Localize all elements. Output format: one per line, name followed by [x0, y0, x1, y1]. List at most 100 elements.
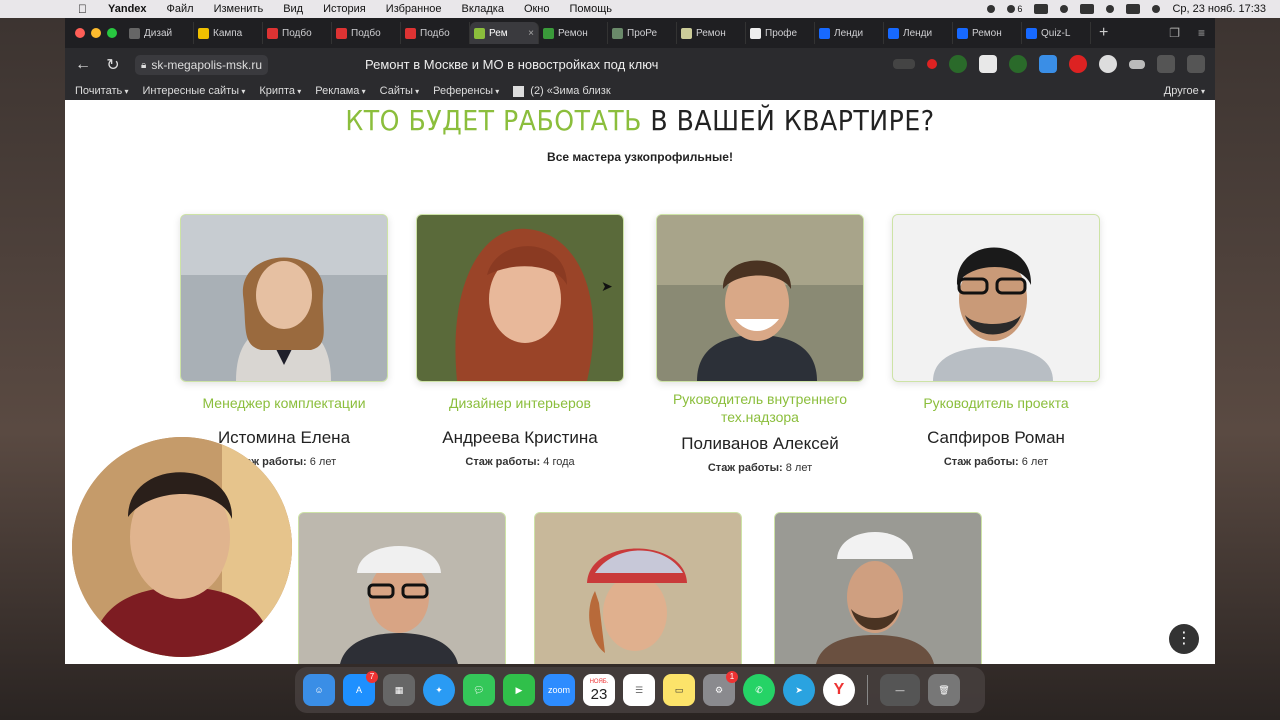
extension-green-icon[interactable]	[949, 55, 967, 73]
trash-icon[interactable]: 🗑︎	[928, 674, 960, 706]
control-center-icon[interactable]	[1126, 4, 1141, 14]
wifi-icon[interactable]	[1060, 5, 1069, 13]
tab-favicon-icon	[336, 27, 347, 39]
browser-tab[interactable]: Дизай	[125, 22, 194, 44]
back-arrow-icon[interactable]: ←	[71, 56, 95, 74]
team-photo-manager	[180, 214, 388, 382]
extension-s-icon[interactable]	[979, 55, 997, 73]
experience-value: 8 лет	[785, 462, 813, 474]
apple-menu-icon[interactable]: 	[78, 2, 94, 16]
bookmark-folder-crypto[interactable]: Крипта	[259, 85, 301, 97]
team-name: Сапфиров Роман	[927, 428, 1065, 447]
browser-tab[interactable]: Ленди	[815, 22, 884, 44]
system-settings-icon[interactable]: ⚙ 1	[703, 671, 738, 706]
browser-tab[interactable]: Ленди	[884, 22, 953, 44]
safari-icon[interactable]: ✦	[423, 674, 455, 706]
browser-tab[interactable]: ПроРе	[608, 22, 677, 44]
browser-tab[interactable]: Подбо	[263, 22, 332, 44]
bookmark-pinned[interactable]: (2) «Зима близк	[513, 85, 611, 97]
window-controls	[75, 28, 117, 38]
keyboard-layout-icon[interactable]	[1080, 4, 1095, 14]
bookmark-folder-sites[interactable]: Сайты	[380, 85, 420, 97]
url-field[interactable]: 🔒︎ sk-megapolis-msk.ru	[135, 55, 269, 75]
siri-icon[interactable]	[1152, 5, 1161, 13]
tabstrip-tools: ❐ ≡	[1169, 26, 1205, 40]
extension-red-icon[interactable]	[1069, 55, 1087, 73]
tab-label: Ленди	[903, 27, 933, 39]
menubar-item-edit[interactable]: Изменить	[214, 3, 264, 15]
microphone-icon[interactable]	[987, 5, 996, 13]
bookmark-pinned-label: (2) «Зима близк	[530, 85, 611, 97]
minimize-window-button[interactable]	[91, 28, 101, 38]
app-store-badge: 7	[366, 671, 378, 683]
calendar-day: 23	[590, 686, 608, 703]
battery-icon[interactable]	[1034, 4, 1049, 14]
menubar-item-window[interactable]: Окно	[524, 3, 550, 15]
zoom-icon[interactable]: zoom	[543, 674, 575, 706]
bookmark-folder-references[interactable]: Референсы	[433, 85, 499, 97]
extension-gear-icon[interactable]	[1099, 55, 1117, 73]
reload-icon[interactable]: ↻	[101, 55, 125, 75]
menubar-item-tab[interactable]: Вкладка	[462, 3, 504, 15]
reminders-icon[interactable]: ☰	[623, 674, 655, 706]
browser-tab[interactable]: Quiz-L	[1022, 22, 1091, 44]
extensions-puzzle-icon[interactable]	[1157, 55, 1175, 73]
browser-tab[interactable]: Подбо	[401, 22, 470, 44]
messages-icon[interactable]: 💬︎	[463, 674, 495, 706]
facetime-icon[interactable]: ▶	[503, 674, 535, 706]
tab-strip: Дизай Кампа Подбо Подбо Подбо Рем × Ремон ПроРе Р…	[65, 18, 1215, 48]
menubar-datetime[interactable]: Ср, 23 нояб. 17:33	[1172, 3, 1266, 15]
menubar-item-help[interactable]: Помощь	[570, 3, 613, 15]
more-options-button[interactable]: ⋮	[1169, 624, 1199, 654]
finder-icon[interactable]: ☺	[303, 674, 335, 706]
camera-icon[interactable]	[893, 59, 915, 69]
bookmark-folder-read[interactable]: Почитать	[75, 85, 128, 97]
browser-tab[interactable]: Рем ×	[470, 22, 539, 44]
telegram-icon[interactable]: ➤	[783, 674, 815, 706]
browser-tab[interactable]: Кампа	[194, 22, 263, 44]
bookmark-favicon-icon	[513, 85, 525, 97]
section-title-accent: КТО БУДЕТ РАБОТАТЬ	[345, 104, 642, 137]
tab-favicon-icon	[543, 27, 554, 39]
zoom-window-button[interactable]	[107, 28, 117, 38]
menubar-item-view[interactable]: Вид	[283, 3, 303, 15]
tab-favicon-icon	[129, 27, 140, 39]
menubar-app-name[interactable]: Yandex	[108, 3, 147, 15]
extension-green2-icon[interactable]	[1009, 55, 1027, 73]
bookmark-folder-other[interactable]: Другое	[1164, 85, 1205, 97]
tab-label: Ремон	[972, 27, 1002, 39]
notes-icon[interactable]: ▭	[663, 674, 695, 706]
menubar-item-file[interactable]: Файл	[167, 3, 194, 15]
download-arrow-icon[interactable]	[1039, 55, 1057, 73]
tab-close-icon[interactable]: ×	[528, 28, 534, 39]
calendar-icon[interactable]: НОЯБ. 23	[583, 674, 615, 706]
search-icon[interactable]	[1106, 5, 1115, 13]
record-icon[interactable]	[927, 59, 937, 69]
copy-icon[interactable]: ❐	[1169, 26, 1180, 40]
tab-favicon-icon	[681, 27, 692, 39]
menu-icon[interactable]: ≡	[1198, 26, 1205, 40]
browser-tab[interactable]: Ремон	[953, 22, 1022, 44]
team-photo-designer	[416, 214, 624, 382]
bookmark-folder-ads[interactable]: Реклама	[315, 85, 365, 97]
team-photo-worker-1	[298, 512, 506, 664]
whatsapp-icon[interactable]: ✆	[743, 674, 775, 706]
menubar-item-favorites[interactable]: Избранное	[386, 3, 442, 15]
bookmark-folder-interesting[interactable]: Интересные сайты	[142, 85, 245, 97]
battery-ext-icon[interactable]	[1129, 59, 1145, 69]
browser-tab[interactable]: Подбо	[332, 22, 401, 44]
browser-tab[interactable]: Профе	[746, 22, 815, 44]
app-store-icon[interactable]: A7	[343, 671, 378, 706]
calculator-icon[interactable]: ▦	[383, 674, 415, 706]
recent-window-icon[interactable]: —	[880, 674, 920, 706]
notifications-indicator[interactable]: 6	[1007, 4, 1022, 14]
browser-tab[interactable]: Ремон	[677, 22, 746, 44]
new-tab-button[interactable]: +	[1099, 24, 1108, 42]
close-window-button[interactable]	[75, 28, 85, 38]
team-name: Андреева Кристина	[442, 428, 598, 447]
menubar-item-history[interactable]: История	[323, 3, 366, 15]
browser-tab[interactable]: Ремон	[539, 22, 608, 44]
yandex-browser-icon[interactable]: Y	[823, 674, 855, 706]
downloads-icon[interactable]	[1187, 55, 1205, 73]
tab-favicon-icon	[612, 27, 623, 39]
